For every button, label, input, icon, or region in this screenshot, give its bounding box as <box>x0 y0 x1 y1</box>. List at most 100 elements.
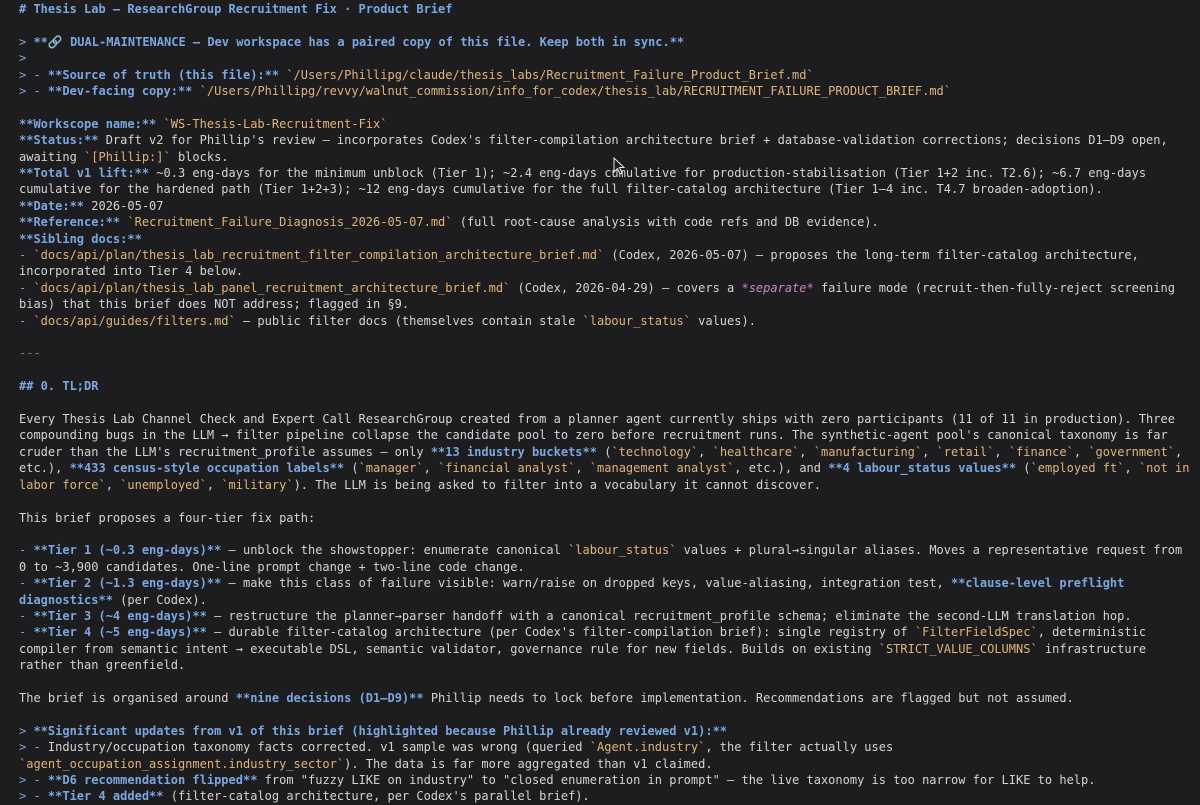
line-segment: - <box>19 543 34 558</box>
editor-line: > - **Source of truth (this file):** `/U… <box>19 67 1192 83</box>
line-segment: **4 labour_status values** <box>828 461 1017 476</box>
line-segment: **433 census-style occupation labels** <box>69 461 345 476</box>
line-segment: `manufacturing` <box>813 444 923 459</box>
editor-line: ## 0. TL;DR <box>19 378 1192 394</box>
line-segment: `labour_status` <box>582 313 691 328</box>
line-segment: , <box>1073 444 1089 459</box>
line-segment: `/Users/Phillipg/claude/thesis_labs/Recr… <box>286 67 814 82</box>
line-segment: **Significant updates from v1 of this br… <box>33 723 728 738</box>
line-segment: `STRICT_VALUE_COLUMNS` <box>878 641 1038 656</box>
line-segment: , <box>423 461 439 476</box>
line-segment: `Recruitment_Failure_Diagnosis_2026-05-0… <box>127 215 453 230</box>
line-segment: > <box>19 723 34 738</box>
line-segment: **Total v1 lift:** <box>19 166 150 181</box>
line-segment: `docs/api/plan/thesis_lab_recruitment_fi… <box>33 248 605 263</box>
line-segment: ( <box>1016 461 1031 476</box>
line-segment: `finance` <box>1008 444 1074 459</box>
line-segment: - <box>19 313 34 328</box>
line-segment: **Workscope name:** <box>19 116 157 131</box>
markdown-editor[interactable]: # Thesis Lab — ResearchGroup Recruitment… <box>0 0 1200 805</box>
editor-line: **Status:** Draft v2 for Phillip's revie… <box>19 132 1192 165</box>
line-segment: `military` <box>221 477 294 492</box>
line-segment: `FilterFieldSpec` <box>914 625 1038 640</box>
line-segment: 2026-05-07 <box>84 198 164 213</box>
line-segment: `healthcare` <box>712 444 800 459</box>
line-segment: `docs/api/guides/filters.md` <box>33 313 236 328</box>
line-segment: , <box>1124 461 1139 476</box>
line-segment: `WS-Thesis-Lab-Recruitment-Fix` <box>163 116 388 131</box>
line-segment: **nine decisions (D1–D9)** <box>235 690 424 705</box>
line-segment: - <box>19 608 34 623</box>
mouse-cursor-icon <box>613 156 626 175</box>
editor-line: Every Thesis Lab Channel Check and Exper… <box>19 411 1192 493</box>
editor-line: - `docs/api/guides/filters.md` — public … <box>19 313 1192 329</box>
line-segment: `retail` <box>936 444 995 459</box>
editor-line: > **Significant updates from v1 of this … <box>19 723 1192 739</box>
line-segment: `/Users/Phillipg/revvy/walnut_commission… <box>199 84 951 99</box>
line-segment: `docs/api/plan/thesis_lab_panel_recruitm… <box>33 280 511 295</box>
editor-line: **Reference:** `Recruitment_Failure_Diag… <box>19 214 1192 230</box>
line-segment: `technology` <box>611 444 699 459</box>
editor-line: **Date:** 2026-05-07 <box>19 198 1192 214</box>
line-segment: — unblock the showstopper: enumerate can… <box>221 543 569 558</box>
line-segment: (full root-cause analysis with code refs… <box>452 215 879 230</box>
line-segment: `agent_occupation_assignment.industry_se… <box>19 756 345 771</box>
line-segment: , <box>799 444 814 459</box>
line-segment: > - <box>19 789 48 804</box>
line-segment: **Sibling docs:** <box>19 231 142 246</box>
line-segment: - <box>19 625 34 640</box>
line-segment: ). The data is far more aggregated than … <box>344 756 713 771</box>
line-segment: This brief proposes a four-tier fix path… <box>19 510 316 525</box>
editor-line: - **Tier 4 (~5 eng-days)** — durable fil… <box>19 624 1192 673</box>
line-segment: values). <box>690 313 756 328</box>
line-segment: **Tier 1 (~0.3 eng-days)** <box>33 543 222 558</box>
editor-line: --- <box>19 345 1192 361</box>
line-segment: Industry/occupation taxonomy facts corre… <box>47 740 590 755</box>
line-segment: `manager` <box>358 461 424 476</box>
line-segment: ). The LLM is being asked to filter into… <box>293 477 821 492</box>
line-segment: , <box>105 477 121 492</box>
editor-line: > - **Dev-facing copy:** `/Users/Phillip… <box>19 83 1192 99</box>
line-segment: `financial analyst` <box>438 461 576 476</box>
line-segment: # Thesis Lab — ResearchGroup Recruitment… <box>19 2 453 16</box>
line-segment: , <box>206 477 222 492</box>
line-segment: *separate* <box>741 280 814 295</box>
line-segment: , <box>922 444 937 459</box>
line-segment: `government` <box>1088 444 1176 459</box>
editor-line: - **Tier 1 (~0.3 eng-days)** — unblock t… <box>19 542 1192 575</box>
line-segment: `labour_status` <box>568 543 677 558</box>
line-segment: , <box>575 461 590 476</box>
editor-line: > **🔗 DUAL-MAINTENANCE — Dev workspace h… <box>19 34 1192 50</box>
line-segment: (filter-catalog architecture, per Codex'… <box>163 789 590 804</box>
line-segment: > <box>19 34 34 49</box>
editor-line: - **Tier 2 (~1.3 eng-days)** — make this… <box>19 575 1192 608</box>
line-segment: , the filter actually uses <box>705 740 901 755</box>
line-segment: --- <box>19 346 41 361</box>
editor-line: - `docs/api/plan/thesis_lab_recruitment_… <box>19 247 1192 280</box>
line-segment: **🔗 DUAL-MAINTENANCE — Dev workspace has… <box>33 34 685 49</box>
line-segment: — restructure the planner→parser handoff… <box>206 608 1132 623</box>
line-segment: - <box>19 280 34 295</box>
line-segment: **Date:** <box>19 198 85 213</box>
line-segment: - <box>19 248 34 263</box>
line-segment: Phillip needs to lock before implementat… <box>423 690 1074 705</box>
line-segment: , <box>698 444 713 459</box>
editor-line: This brief proposes a four-tier fix path… <box>19 510 1192 526</box>
line-segment: (per Codex). <box>112 592 207 607</box>
line-segment: — durable filter-catalog architecture (p… <box>206 625 915 640</box>
line-segment: **Reference:** <box>19 215 121 230</box>
line-segment: `[Phillip:]` <box>84 149 171 164</box>
line-segment: **Tier 4 (~5 eng-days)** <box>33 625 207 640</box>
line-segment: , etc.), and <box>734 461 829 476</box>
line-segment: — make this class of failure visible: wa… <box>221 576 951 591</box>
line-segment <box>156 117 163 131</box>
editor-line: # Thesis Lab — ResearchGroup Recruitment… <box>19 1 1192 17</box>
editor-line: > - **D6 recommendation flipped** from "… <box>19 772 1192 788</box>
line-segment: **Tier 3 (~4 eng-days)** <box>33 608 207 623</box>
editor-line: > <box>19 50 1192 66</box>
